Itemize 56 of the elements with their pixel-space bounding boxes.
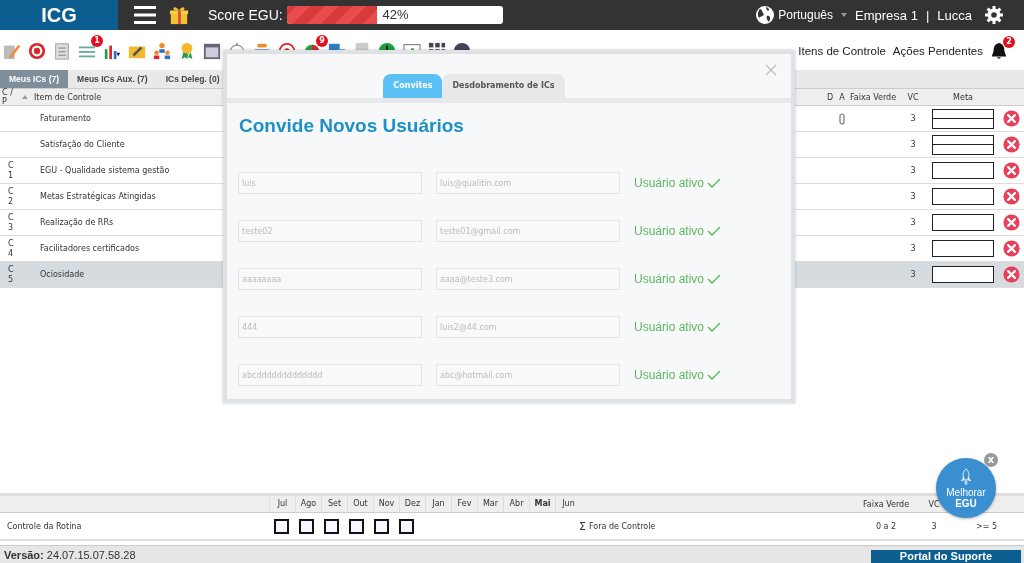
separator: |	[925, 7, 930, 23]
count-badge: 9	[316, 35, 328, 47]
count-badge: 1	[91, 35, 103, 47]
month-header: Out	[347, 496, 373, 512]
vc-value: 3	[909, 192, 917, 201]
month-header: Jan	[425, 496, 451, 512]
month-header: Fev	[451, 496, 477, 512]
status-text: Usuário ativo	[634, 272, 705, 286]
status-text: Usuário ativo	[634, 368, 705, 382]
month-header: Dez	[399, 496, 425, 512]
version-text: Versão: 24.07.15.07.58.28	[3, 548, 136, 561]
item-name: EGU - Qualidade sistema gestão	[39, 166, 171, 175]
vc-value: 3	[909, 166, 917, 175]
month-header: Nov	[373, 496, 399, 512]
item-name: Satisfação do Cliente	[39, 140, 126, 149]
dialog-title: Convide Novos Usuários	[239, 115, 465, 137]
vc-value: 3	[909, 218, 917, 227]
month-header: Abr	[503, 496, 529, 512]
cp-code: C	[8, 238, 14, 249]
faixa-value: 0 a 2	[874, 521, 898, 531]
month-header: Jun	[555, 496, 581, 512]
item-name: Metas Estratégicas Atingidas	[39, 192, 157, 201]
item-name: Ociosidade	[39, 270, 86, 279]
item-name: Realização de RRs	[39, 218, 115, 227]
status-text: Usuário ativo	[634, 224, 705, 238]
cp-code: 1	[8, 170, 14, 181]
cp-code: 5	[8, 274, 14, 285]
status-text: Usuário ativo	[634, 176, 705, 190]
cp-code: C	[8, 186, 14, 197]
item-name: Facilitadores certificados	[39, 244, 141, 253]
cp-code: C	[8, 160, 14, 171]
month-header: Mai	[529, 496, 555, 512]
score-label: Score EGU:	[208, 7, 283, 23]
month-header: Mar	[477, 496, 503, 512]
column-header: Faixa Verde	[861, 499, 911, 509]
item-name: Faturamento	[39, 114, 92, 123]
sum-label: Fora de Controle	[588, 521, 656, 531]
vc-value: 3	[930, 521, 938, 531]
score-value: 42%	[382, 6, 409, 24]
notification-badge: 2	[1003, 36, 1015, 48]
month-header: Jul	[269, 496, 295, 512]
meta-value: >= 5	[974, 521, 998, 531]
cp-code: 2	[8, 196, 14, 207]
cp-code: 3	[8, 222, 14, 233]
vc-value: 3	[909, 244, 917, 253]
cp-code: C	[8, 264, 14, 275]
status-text: Usuário ativo	[634, 320, 705, 334]
sigma-symbol: Σ	[579, 519, 586, 533]
routine-name: Controle da Rotina	[6, 521, 83, 531]
month-header: Ago	[295, 496, 321, 512]
month-header: Set	[321, 496, 347, 512]
cp-code: 4	[8, 248, 14, 259]
vc-value: 3	[909, 270, 917, 279]
vc-value: 3	[909, 114, 917, 123]
cp-code: C	[8, 212, 14, 223]
vc-value: 3	[909, 140, 917, 149]
